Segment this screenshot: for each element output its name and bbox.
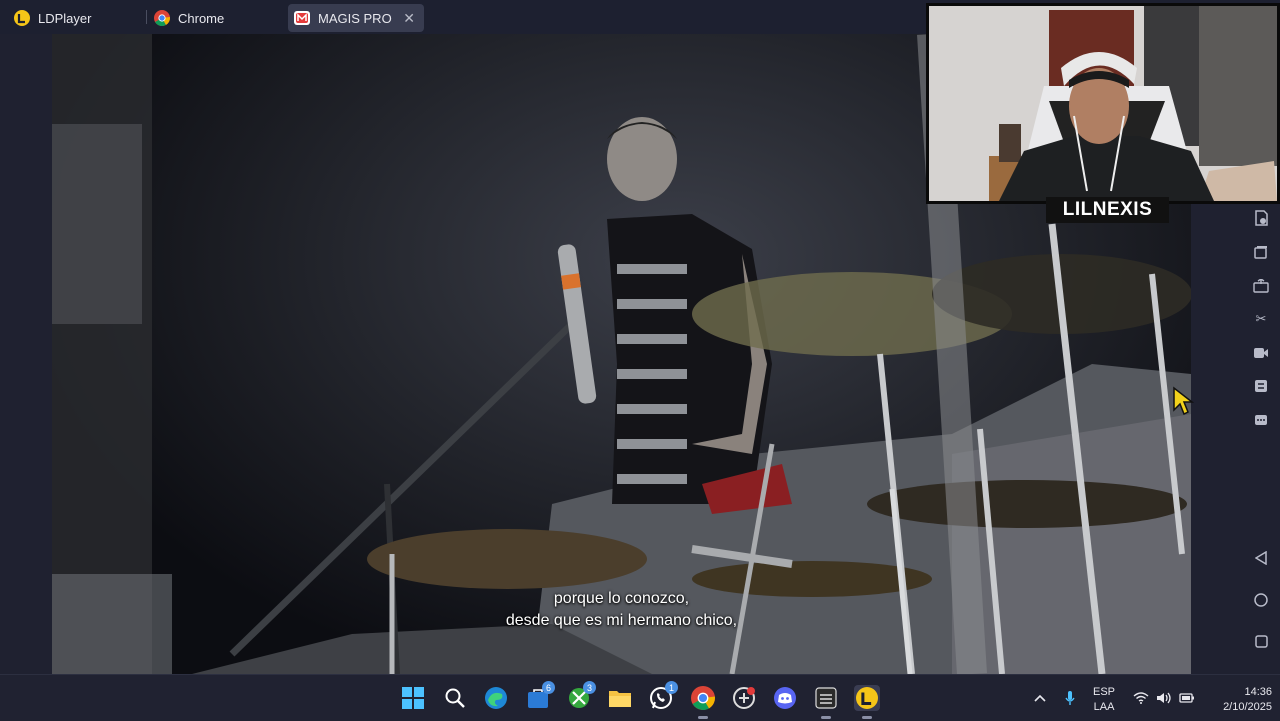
tab-label: LDPlayer: [38, 10, 92, 26]
tab-magis-pro[interactable]: MAGIS PRO ✕: [288, 4, 424, 32]
close-tab-icon[interactable]: ✕: [403, 10, 415, 27]
language-indicator[interactable]: ESP LAA: [1093, 685, 1115, 715]
tab-ldplayer[interactable]: LDPlayer: [14, 4, 91, 32]
whatsapp-icon[interactable]: 1: [648, 681, 678, 711]
battery-icon[interactable]: [1179, 675, 1195, 721]
chrome-icon[interactable]: [690, 685, 716, 719]
sync-icon[interactable]: [1251, 376, 1271, 396]
wifi-icon[interactable]: [1133, 675, 1149, 721]
discord-icon[interactable]: [772, 685, 798, 711]
streamer-name-label: LILNEXIS: [1046, 197, 1169, 223]
notification-badge: 3: [583, 681, 596, 694]
taskbar: 6 3 1 ESP LAA 14:36 2/10/2025: [0, 674, 1280, 721]
apk-install-icon[interactable]: [1251, 276, 1271, 296]
keyboard-layout: LAA: [1093, 701, 1115, 713]
video-subtitles: porque lo conozco, desde que es mi herma…: [52, 588, 1191, 632]
webcam-feed: [929, 6, 1277, 201]
edge-icon[interactable]: [483, 685, 509, 711]
ldplayer-icon: [14, 10, 30, 26]
ldplayer-icon[interactable]: [854, 685, 880, 719]
volume-icon[interactable]: [1156, 675, 1172, 721]
microphone-icon[interactable]: [1065, 675, 1075, 721]
more-icon[interactable]: [1251, 410, 1271, 430]
system-clock[interactable]: 14:36 2/10/2025: [1202, 685, 1272, 715]
mouse-cursor-icon: [1173, 386, 1194, 416]
home-icon[interactable]: [1251, 590, 1271, 610]
file-explorer-icon[interactable]: [607, 685, 633, 711]
obs-icon[interactable]: [813, 685, 839, 719]
multi-instance-icon[interactable]: [1251, 242, 1271, 262]
tab-chrome[interactable]: Chrome: [154, 4, 224, 32]
magis-pro-icon: [294, 11, 310, 25]
screen-record-icon[interactable]: [1251, 343, 1271, 363]
tab-label: MAGIS PRO: [318, 10, 392, 26]
scissors-icon[interactable]: ✂: [1251, 309, 1271, 329]
search-icon[interactable]: [442, 685, 468, 711]
notification-badge: 1: [665, 681, 678, 694]
tab-label: Chrome: [178, 10, 225, 26]
clock-date: 2/10/2025: [1223, 701, 1272, 713]
windows-start-icon[interactable]: [400, 685, 426, 711]
webcam-overlay: [926, 3, 1280, 204]
tab-separator: [146, 10, 147, 24]
back-icon[interactable]: [1251, 548, 1271, 568]
operation-record-icon[interactable]: [1251, 208, 1271, 228]
store-icon[interactable]: 6: [525, 681, 555, 711]
app-icon-red-dot[interactable]: [731, 685, 757, 711]
subtitle-line: porque lo conozco,: [553, 590, 690, 607]
emulator-left-border: [0, 34, 52, 674]
chrome-icon: [154, 10, 170, 26]
recents-icon[interactable]: [1251, 631, 1271, 651]
show-hidden-icons-chevron-up-icon[interactable]: [1034, 675, 1046, 721]
language-code: ESP: [1093, 686, 1116, 698]
notification-badge: 6: [542, 681, 555, 694]
subtitle-line: desde que es mi hermano chico,: [505, 612, 738, 629]
xbox-icon[interactable]: 3: [566, 681, 596, 711]
clock-time: 14:36: [1244, 686, 1272, 698]
